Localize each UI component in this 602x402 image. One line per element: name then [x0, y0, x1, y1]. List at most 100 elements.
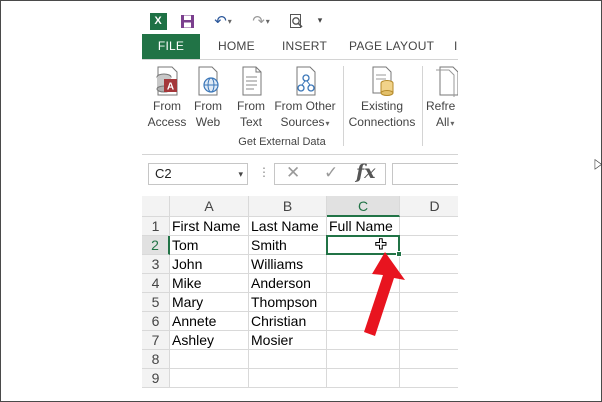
cell-d5[interactable] [400, 293, 458, 312]
row-header-9[interactable]: 9 [142, 369, 170, 388]
floppy-disk-icon [180, 14, 194, 28]
enter-icon[interactable]: ✓ [324, 163, 338, 183]
ribbon-separator [343, 66, 344, 146]
from-web-label-2: Web [195, 115, 221, 129]
excel-app-icon[interactable]: X [148, 11, 168, 31]
column-header-b[interactable]: B [249, 196, 327, 217]
from-other-sources-label-2-wrap: Sources▾ [272, 114, 338, 132]
cell-d6[interactable] [400, 312, 458, 331]
row-header-5[interactable]: 5 [142, 293, 170, 312]
cell-b2[interactable]: Smith [249, 236, 327, 255]
row-header-7[interactable]: 7 [142, 331, 170, 350]
print-preview-button[interactable] [287, 11, 307, 31]
refresh-dropdown-icon: ▾ [450, 119, 455, 128]
cell-a3[interactable]: John [170, 255, 249, 274]
cell-a6[interactable]: Annete [170, 312, 249, 331]
cell-b1[interactable]: Last Name [249, 217, 327, 236]
column-header-d[interactable]: D [400, 196, 458, 217]
undo-button[interactable]: ↶ ▾ [208, 11, 238, 31]
cell-c9[interactable] [327, 369, 400, 388]
cell-a2[interactable]: Tom [170, 236, 249, 255]
cell-b8[interactable] [249, 350, 327, 369]
ribbon-panel: A From Access From Web From Text From Ot… [142, 59, 458, 155]
refresh-all-button[interactable]: Refre All▾ [426, 64, 458, 132]
refresh-all-label-1: Refre [426, 99, 456, 113]
cell-d1[interactable] [400, 217, 458, 236]
cell-b5[interactable]: Thompson [249, 293, 327, 312]
cell-b4[interactable]: Anderson [249, 274, 327, 293]
cell-a9[interactable] [170, 369, 249, 388]
other-sources-icon [296, 66, 316, 96]
undo-dropdown-icon[interactable]: ▾ [228, 17, 232, 26]
ribbon-separator-2 [422, 66, 423, 146]
cell-d3[interactable] [400, 255, 458, 274]
cell-b3[interactable]: Williams [249, 255, 327, 274]
connections-icon [372, 66, 394, 96]
cell-c1[interactable]: Full Name [327, 217, 400, 236]
tab-home[interactable]: HOME [218, 34, 255, 59]
name-box-dropdown-icon[interactable]: ▾ [238, 164, 243, 184]
cell-d7[interactable] [400, 331, 458, 350]
cell-a7[interactable]: Ashley [170, 331, 249, 350]
cell-b7[interactable]: Mosier [249, 331, 327, 350]
tab-file[interactable]: FILE [142, 34, 200, 59]
column-header-c[interactable]: C [327, 196, 400, 217]
formula-bar-resize-handle[interactable]: ⋮ [258, 165, 270, 179]
cell-d2[interactable] [400, 236, 458, 255]
existing-connections-label-2: Connections [348, 115, 416, 129]
column-header-a[interactable]: A [170, 196, 249, 217]
access-database-icon: A [156, 66, 178, 96]
from-other-sources-label-2: Sources [280, 115, 325, 129]
name-box[interactable]: C2 ▾ [148, 163, 248, 185]
name-box-value: C2 [155, 166, 172, 181]
cell-d9[interactable] [400, 369, 458, 388]
row-header-2[interactable]: 2 [142, 236, 170, 255]
from-web-button[interactable]: From Web [190, 64, 226, 130]
cell-d8[interactable] [400, 350, 458, 369]
spreadsheet-grid: A B C D 1 First Name Last Name Full Name 2 Tom Smi… [142, 196, 458, 394]
cancel-icon[interactable]: ✕ [286, 163, 300, 183]
cell-a5[interactable]: Mary [170, 293, 249, 312]
save-button[interactable] [178, 11, 196, 31]
select-all-corner[interactable] [142, 196, 170, 217]
tab-page-layout[interactable]: PAGE LAYOUT [349, 34, 434, 59]
cell-c8[interactable] [327, 350, 400, 369]
refresh-icon [436, 66, 458, 97]
customize-caret-icon: ▾ [317, 16, 323, 26]
cell-b6[interactable]: Christian [249, 312, 327, 331]
row-header-6[interactable]: 6 [142, 312, 170, 331]
cell-a1[interactable]: First Name [170, 217, 249, 236]
cell-b9[interactable] [249, 369, 327, 388]
cell-a8[interactable] [170, 350, 249, 369]
tab-insert[interactable]: INSERT [282, 34, 327, 59]
refresh-all-label-2: All [436, 115, 450, 129]
from-text-label-1: From [237, 99, 265, 113]
ribbon-group-label: Get External Data [238, 136, 326, 148]
excel-logo-icon: X [149, 12, 167, 30]
row-header-8[interactable]: 8 [142, 350, 170, 369]
tab-formulas-partial[interactable]: I [454, 34, 458, 59]
row-header-3[interactable]: 3 [142, 255, 170, 274]
formula-input[interactable] [392, 163, 458, 185]
insert-function-icon[interactable]: fx [356, 161, 376, 183]
text-file-icon [242, 66, 262, 96]
from-access-button[interactable]: A From Access [146, 64, 188, 130]
from-other-sources-button[interactable]: From Other Sources▾ [272, 64, 338, 132]
row-header-4[interactable]: 4 [142, 274, 170, 293]
redo-dropdown-icon[interactable]: ▾ [266, 17, 270, 26]
redo-icon: ↷ [252, 12, 265, 30]
excel-window: X ↶ ▾ ↷ ▾ ▾ FILE HOME INSERT PAGE LAYOUT… [142, 8, 458, 394]
cell-d4[interactable] [400, 274, 458, 293]
ribbon-tabs: FILE HOME INSERT PAGE LAYOUT I [142, 34, 458, 59]
from-web-label-1: From [194, 99, 222, 113]
row-header-1[interactable]: 1 [142, 217, 170, 236]
red-arrow-shape [364, 252, 405, 336]
from-text-button[interactable]: From Text [232, 64, 270, 130]
from-text-label-2: Text [239, 115, 262, 129]
existing-connections-button[interactable]: Existing Connections [346, 64, 418, 130]
from-access-label-1: From [153, 99, 181, 113]
redo-button[interactable]: ↷ ▾ [246, 11, 276, 31]
mouse-pointer-edge-icon: ▷ [594, 156, 602, 172]
cell-a4[interactable]: Mike [170, 274, 249, 293]
customize-toolbar-button[interactable]: ▾ [312, 11, 328, 31]
